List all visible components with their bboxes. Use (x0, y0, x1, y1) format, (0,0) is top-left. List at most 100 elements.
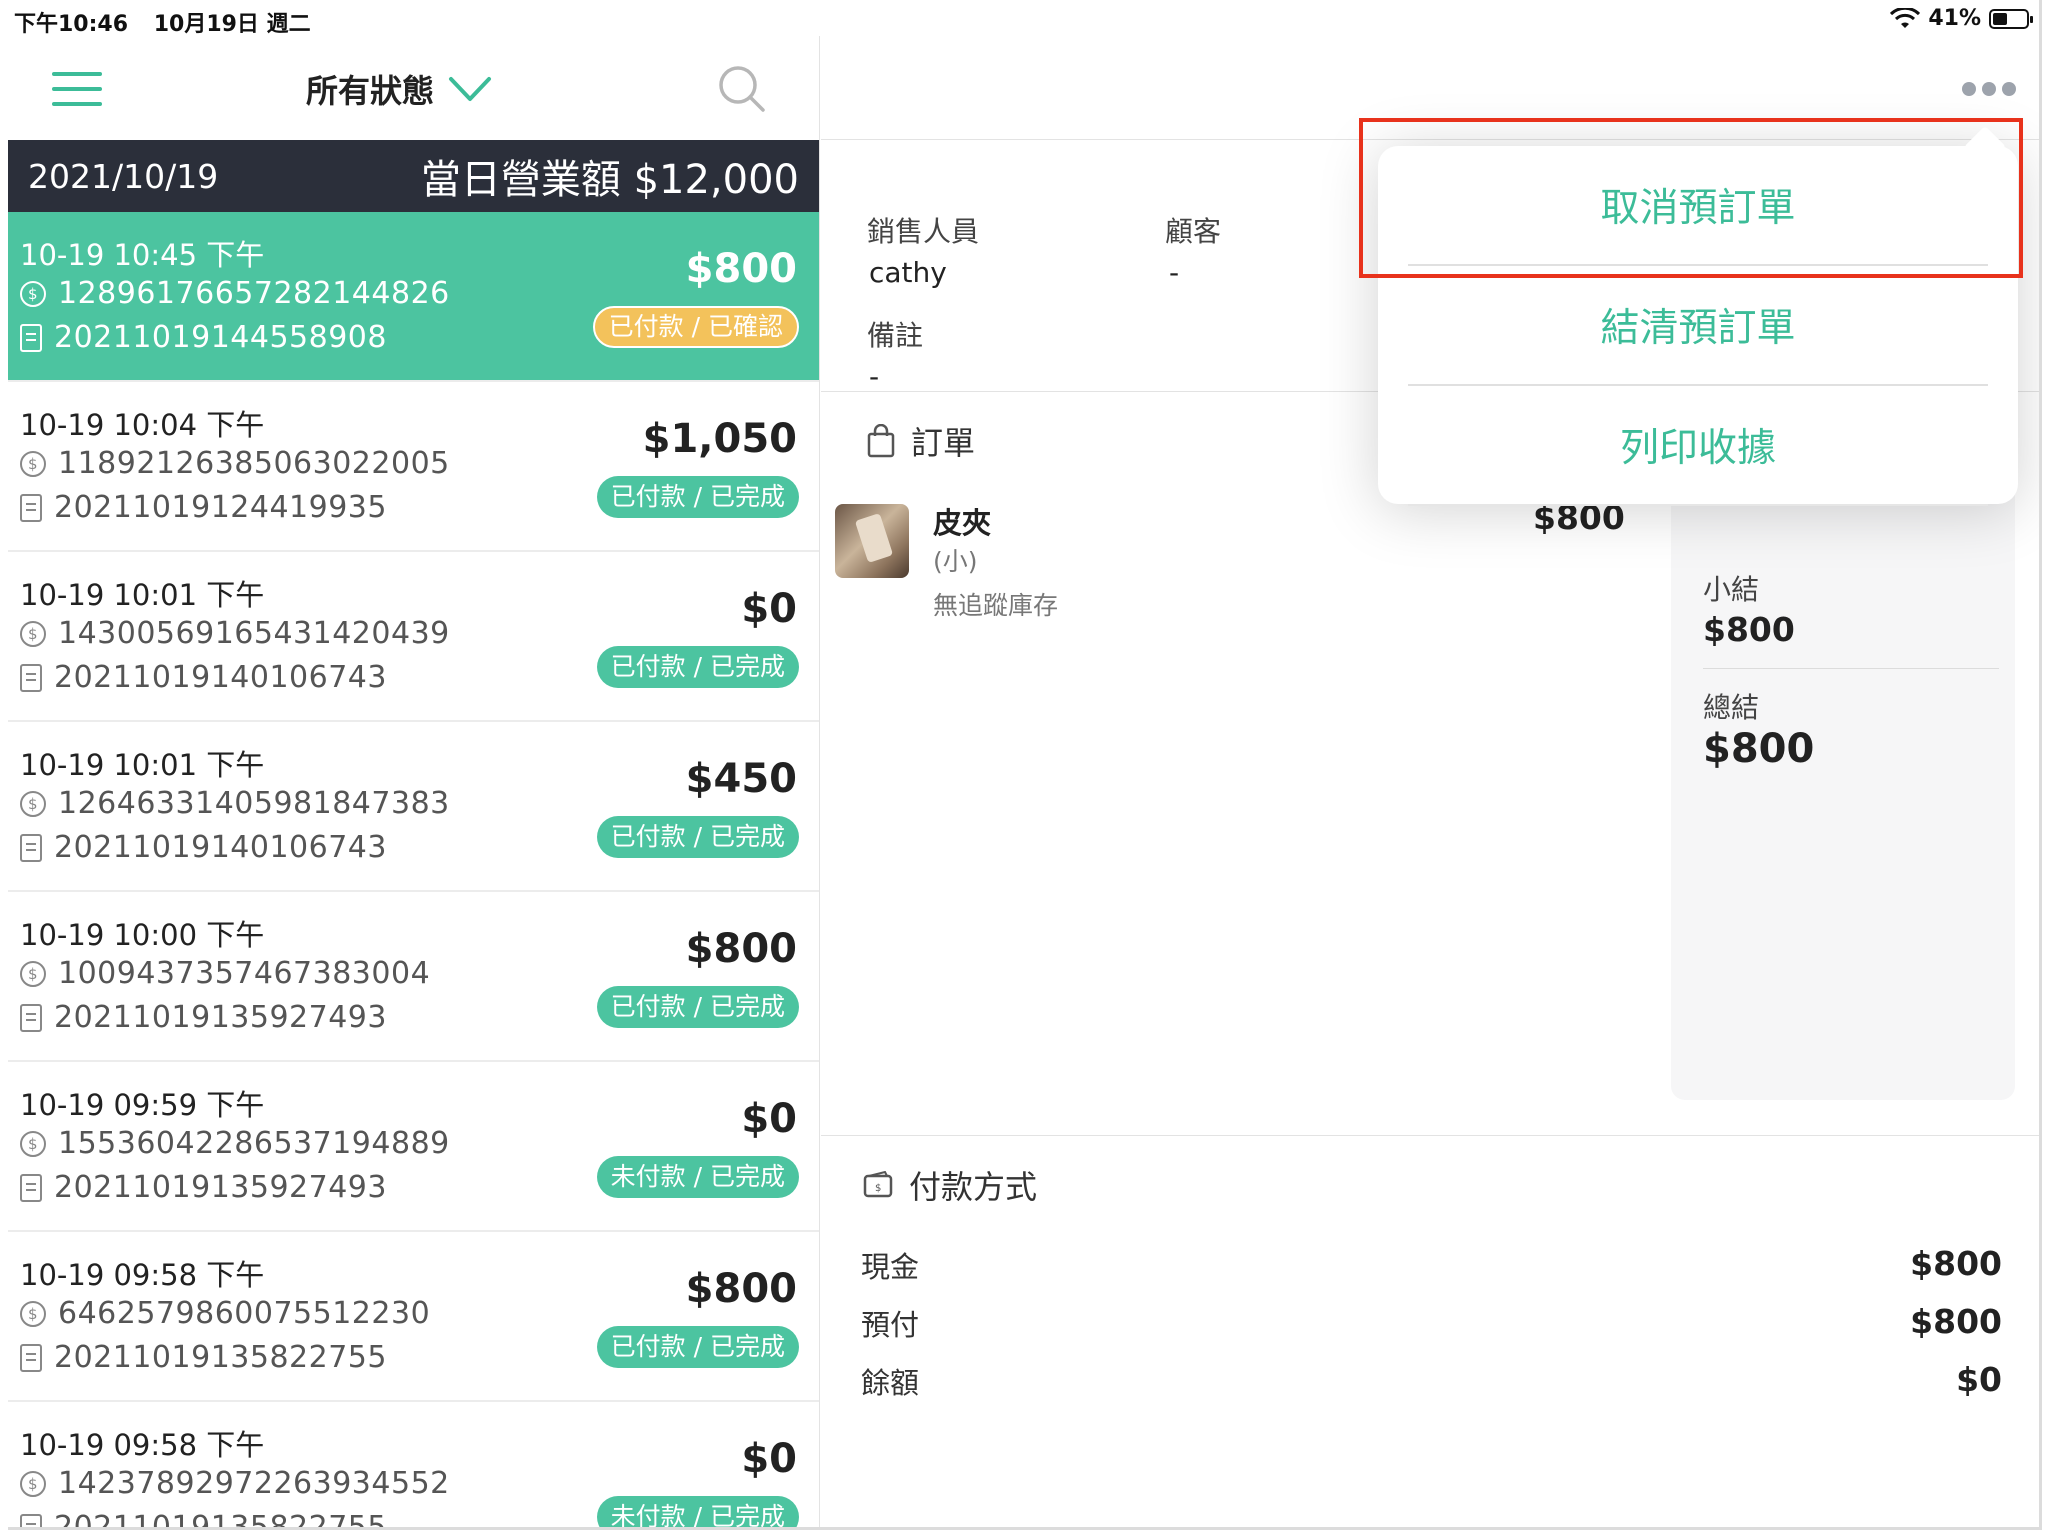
summary-divider (1703, 668, 1999, 669)
order-list: 10-19 10:45 下午 $1289617665728214482​6 2021… (8, 212, 819, 1527)
order-payment-id-text: 6462579860075512230 (58, 1296, 431, 1331)
highlight-box (1359, 118, 2023, 278)
coin-icon: $ (20, 1300, 46, 1327)
payment-method-value: $800 (1910, 1302, 2002, 1341)
order-list-item[interactable]: 10-19 10:00 下午 $1009437357467383004 202110… (8, 892, 819, 1062)
payment-section: $ 付款方式 現金 $800 預付 $800 餘額 $0 (821, 1135, 2039, 1527)
note-value: - (869, 360, 880, 393)
order-list-item[interactable]: 10-19 10:01 下午 $1264633140598184738​3 2021… (8, 722, 819, 892)
status-badge: 已付款 / 已完成 (596, 816, 799, 858)
order-list-item[interactable]: 10-19 10:01 下午 $1430056916543142043​9 2021… (8, 552, 819, 722)
search-icon[interactable] (717, 64, 767, 114)
coin-icon: $ (20, 1470, 46, 1497)
daily-revenue: 當日營業額 $12,000 (420, 157, 799, 203)
status-badge: 已付款 / 已完成 (596, 986, 799, 1028)
payment-row: 餘額 $0 (861, 1360, 2002, 1402)
order-list-pane: 所有狀態 2021/10/19 當日營業額 $12,000 10-19 10:4… (8, 36, 820, 1527)
receipt-icon (20, 1343, 42, 1372)
product-stock: 無追蹤庫存 (933, 591, 1059, 620)
receipt-icon (20, 493, 42, 522)
salesperson-value: cathy (869, 256, 947, 289)
settle-preorder-menu-item[interactable]: 結清預訂單 (1408, 266, 1988, 386)
order-receipt-no: 20211019140106743 (20, 830, 387, 865)
order-payment-id-text: 1009437357467383004 (58, 956, 431, 991)
order-receipt-text: 20211019144558908 (54, 320, 387, 355)
order-list-item[interactable]: 10-19 09:58 下午 $1423789297226393455​2 2021… (8, 1402, 819, 1527)
receipt-icon (20, 1513, 42, 1527)
order-payment-id: $1553604228653719488​9 (20, 1126, 450, 1161)
order-payment-id: $1423789297226393455​2 (20, 1466, 450, 1501)
order-receipt-text: 20211019135927493 (54, 1000, 387, 1035)
chevron-down-icon (449, 77, 492, 101)
date-summary-bar: 2021/10/19 當日營業額 $12,000 (8, 140, 819, 212)
battery-percent: 41% (1928, 6, 1981, 31)
menu-icon[interactable] (52, 72, 102, 106)
payment-method-value: $800 (1910, 1244, 2002, 1283)
status-badge: 已付款 / 已完成 (596, 1326, 799, 1368)
order-receipt-text: 20211019135927493 (54, 1170, 387, 1205)
order-receipt-text: 20211019140106743 (54, 660, 387, 695)
order-time: 10-19 09:58 下午 (20, 1258, 265, 1292)
order-amount: $800 (685, 1266, 797, 1312)
order-receipt-no: 20211019124419935 (20, 490, 387, 525)
status-date: 10月19日 週二 (153, 12, 311, 37)
list-header: 所有狀態 (8, 36, 819, 140)
status-filter[interactable]: 所有狀態 (306, 66, 492, 112)
status-badge: 已付款 / 已完成 (596, 476, 799, 518)
customer-label: 顧客 (1165, 215, 1222, 248)
coin-icon: $ (20, 960, 46, 987)
list-date: 2021/10/19 (28, 156, 219, 196)
order-payment-id: $1009437357467383004 (20, 956, 430, 991)
svg-text:$: $ (875, 1183, 881, 1194)
wallet-icon: $ (863, 1171, 893, 1198)
order-list-item[interactable]: 10-19 09:59 下午 $1553604228653719488​9 2021… (8, 1062, 819, 1232)
product-size: (小) (933, 547, 978, 576)
total-label: 總結 (1703, 691, 1760, 724)
coin-icon: $ (20, 790, 46, 817)
order-receipt-text: 20211019140106743 (54, 830, 387, 865)
order-payment-id: $1430056916543142043​9 (20, 616, 450, 651)
status-filter-label: 所有狀態 (306, 72, 435, 110)
order-time: 10-19 10:01 下午 (20, 748, 265, 782)
order-list-item[interactable]: 10-19 09:58 下午 $6462579860075512230 202110… (8, 1232, 819, 1402)
payment-method-label: 現金 (861, 1250, 920, 1284)
order-payment-id: $1264633140598184738​3 (20, 786, 450, 821)
more-options-icon[interactable] (1962, 82, 2016, 96)
screen: 下午10:46 10月19日 週二 41% 所有狀態 2021/10/19 當日… (8, 0, 2042, 1530)
order-receipt-no: 20211019140106743 (20, 660, 387, 695)
order-receipt-no: 20211019135927493 (20, 1000, 387, 1035)
order-receipt-no: 20211019135822755 (20, 1510, 387, 1527)
receipt-icon (20, 833, 42, 862)
coin-icon: $ (20, 620, 46, 647)
status-badge: 已付款 / 已確認 (592, 306, 799, 348)
status-badge: 已付款 / 已完成 (596, 646, 799, 688)
order-time: 10-19 10:45 下午 (20, 238, 265, 272)
order-time: 10-19 09:59 下午 (20, 1088, 265, 1122)
customer-value: - (1169, 256, 1180, 289)
payment-section-label: 付款方式 (909, 1168, 1038, 1206)
coin-icon: $ (20, 450, 46, 477)
order-payment-id: $1189212638506302200​5 (20, 446, 450, 481)
status-badge: 未付款 / 已完成 (596, 1156, 799, 1198)
order-time: 10-19 09:58 下午 (20, 1428, 265, 1462)
print-receipt-menu-item[interactable]: 列印收據 (1408, 386, 1988, 506)
order-list-item[interactable]: 10-19 10:04 下午 $1189212638506302200​5 2021… (8, 382, 819, 552)
subtotal-value: $800 (1703, 610, 1795, 649)
product-name: 皮夾 (933, 506, 992, 540)
shopping-bag-icon (867, 424, 895, 458)
coin-icon: $ (20, 280, 46, 307)
salesperson-label: 銷售人員 (867, 215, 980, 248)
payment-row: 現金 $800 (861, 1244, 2002, 1286)
order-amount: $0 (741, 586, 797, 632)
order-amount: $0 (741, 1436, 797, 1482)
order-amount: $800 (685, 246, 797, 292)
order-amount: $0 (741, 1096, 797, 1142)
order-payment-id-text: 1189212638506302200​5 (58, 446, 450, 481)
order-list-item[interactable]: 10-19 10:45 下午 $1289617665728214482​6 2021… (8, 212, 819, 382)
payment-method-label: 餘額 (861, 1366, 920, 1400)
payment-method-value: $0 (1956, 1360, 2002, 1399)
payment-section-title: $ 付款方式 (863, 1162, 1037, 1208)
coin-icon: $ (20, 1130, 46, 1157)
order-payment-id-text: 1289617665728214482​6 (58, 276, 450, 311)
order-time: 10-19 10:01 下午 (20, 578, 265, 612)
